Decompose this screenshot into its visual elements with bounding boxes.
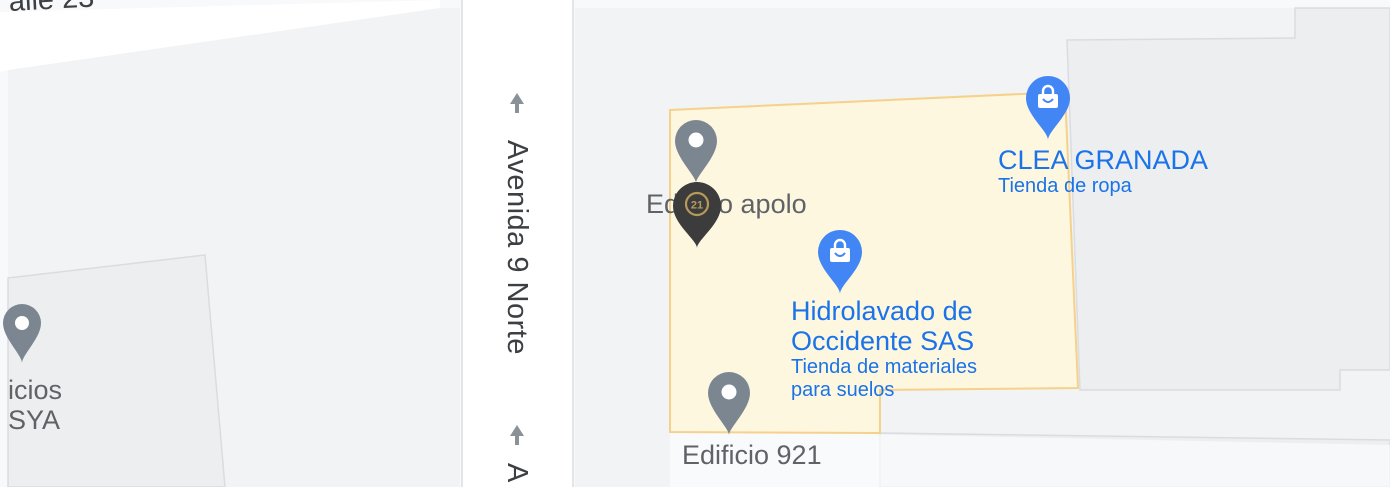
place-category: Tienda de ropa xyxy=(998,175,1132,198)
marker-badge-text: 21 xyxy=(691,200,703,212)
place-label-edificio-921[interactable]: Edificio 921 xyxy=(682,440,822,470)
place-name-line: Hidrolavado de xyxy=(791,296,973,326)
century21-marker-icon[interactable]: 21 xyxy=(670,180,724,250)
road-label-avenida-9-norte: Avenida 9 Norte xyxy=(501,140,533,355)
place-label-hidrolavado[interactable]: Hidrolavado de Occidente SAS Tienda de m… xyxy=(791,296,977,401)
road-label-a: A xyxy=(501,463,533,483)
place-label-clea-granada[interactable]: CLEA GRANADA Tienda de ropa xyxy=(998,145,1208,198)
place-label-partial-left[interactable]: icios SYA xyxy=(8,375,62,435)
place-name: CLEA GRANADA xyxy=(998,145,1209,175)
map-block xyxy=(7,254,226,487)
place-category-line: Tienda de materiales xyxy=(791,356,978,379)
place-label-line: icios xyxy=(8,375,63,405)
place-category-line: para suelos xyxy=(791,378,895,401)
place-name-line: Occidente SAS xyxy=(791,326,975,357)
map-block xyxy=(1066,7,1390,391)
place-label-line: SYA xyxy=(8,405,61,436)
